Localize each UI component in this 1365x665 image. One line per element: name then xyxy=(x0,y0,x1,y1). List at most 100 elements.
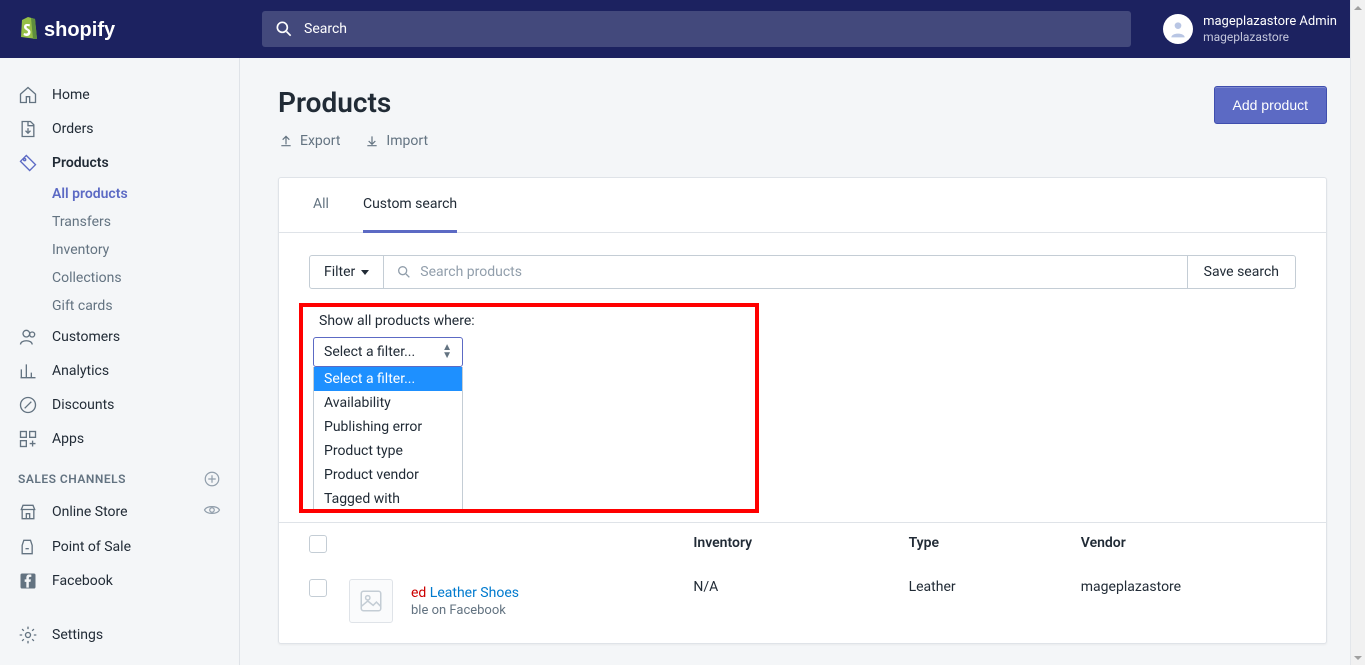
tab-custom-search[interactable]: Custom search xyxy=(363,178,457,233)
pos-icon xyxy=(18,537,38,557)
cell-vendor: mageplazastore xyxy=(1081,579,1296,595)
select-all-checkbox[interactable] xyxy=(309,535,327,553)
nav-customers-label: Customers xyxy=(52,329,120,345)
channel-online-store[interactable]: Online Store xyxy=(0,494,239,530)
search-icon xyxy=(396,264,412,280)
subnav-collections[interactable]: Collections xyxy=(52,264,239,292)
sales-channels-label: SALES CHANNELS xyxy=(18,472,126,486)
scroll-track[interactable] xyxy=(1351,15,1365,650)
subnav-transfers[interactable]: Transfers xyxy=(52,208,239,236)
user-name: mageplazastore Admin xyxy=(1203,14,1337,30)
nav-apps[interactable]: Apps xyxy=(0,422,239,456)
sales-channels-header: SALES CHANNELS xyxy=(0,456,239,494)
export-label: Export xyxy=(300,133,340,149)
nav-orders[interactable]: Orders xyxy=(0,112,239,146)
col-header-vendor: Vendor xyxy=(1081,535,1296,553)
subnav-all-products[interactable]: All products xyxy=(52,180,239,208)
nav-settings-label: Settings xyxy=(52,627,103,643)
channel-pos-label: Point of Sale xyxy=(52,539,131,555)
filter-row: Filter Search products Save search xyxy=(279,233,1326,299)
filter-option-availability[interactable]: Availability xyxy=(314,391,462,415)
home-icon xyxy=(18,85,38,105)
view-store-icon[interactable] xyxy=(203,501,221,523)
orders-icon xyxy=(18,119,38,139)
filter-option-tagged-with[interactable]: Tagged with xyxy=(314,487,462,511)
caret-down-icon xyxy=(361,270,369,275)
product-search-placeholder: Search products xyxy=(420,264,522,280)
import-icon xyxy=(364,133,380,149)
channel-facebook[interactable]: Facebook xyxy=(0,564,239,598)
cell-inventory: N/A xyxy=(693,579,908,595)
tabs: All Custom search xyxy=(279,178,1326,233)
top-bar: shopify Search mageplazastore Admin mage… xyxy=(0,0,1365,58)
search-placeholder: Search xyxy=(304,21,347,37)
import-label: Import xyxy=(386,133,428,149)
user-text: mageplazastore Admin mageplazastore xyxy=(1203,14,1337,44)
scroll-down-icon[interactable] xyxy=(1351,650,1365,665)
channel-online-store-label: Online Store xyxy=(52,504,128,520)
tab-all[interactable]: All xyxy=(313,178,329,232)
nav-products-label: Products xyxy=(52,155,109,171)
nav-discounts-label: Discounts xyxy=(52,397,114,413)
storefront-icon xyxy=(18,502,38,522)
channel-point-of-sale[interactable]: Point of Sale xyxy=(0,530,239,564)
logo-area: shopify xyxy=(0,14,240,44)
add-channel-button[interactable] xyxy=(203,470,221,488)
products-sublist: All products Transfers Inventory Collect… xyxy=(0,180,239,320)
channel-facebook-label: Facebook xyxy=(52,573,113,589)
filter-option-placeholder[interactable]: Select a filter... xyxy=(314,367,462,391)
shopify-logo-icon: shopify xyxy=(18,14,128,44)
filter-select-value: Select a filter... xyxy=(324,344,415,360)
filter-select[interactable]: Select a filter... ▲▼ xyxy=(313,337,463,367)
popover-label: Show all products where: xyxy=(319,313,1296,329)
filter-popover: Show all products where: Select a filter… xyxy=(279,313,1326,522)
nav-customers[interactable]: Customers xyxy=(0,320,239,354)
scroll-up-icon[interactable] xyxy=(1351,0,1365,15)
save-search-button[interactable]: Save search xyxy=(1188,255,1296,289)
subnav-inventory[interactable]: Inventory xyxy=(52,236,239,264)
search-icon xyxy=(274,19,294,39)
add-product-button[interactable]: Add product xyxy=(1214,86,1328,124)
browser-scrollbar[interactable] xyxy=(1350,0,1365,665)
global-search[interactable]: Search xyxy=(262,11,1131,47)
nav-discounts[interactable]: Discounts xyxy=(0,388,239,422)
product-thumbnail xyxy=(349,579,393,623)
table-header: Product Inventory Type Vendor xyxy=(279,522,1326,565)
filter-option-product-vendor[interactable]: Product vendor xyxy=(314,463,462,487)
nav-analytics[interactable]: Analytics xyxy=(0,354,239,388)
apps-icon xyxy=(18,429,38,449)
product-search-input[interactable]: Search products xyxy=(384,255,1187,289)
col-header-inventory: Inventory xyxy=(693,535,908,553)
filter-button[interactable]: Filter xyxy=(309,255,384,289)
filter-button-label: Filter xyxy=(324,264,355,280)
user-menu[interactable]: mageplazastore Admin mageplazastore xyxy=(1153,14,1365,44)
nav-orders-label: Orders xyxy=(52,121,94,137)
user-store: mageplazastore xyxy=(1203,30,1337,44)
facebook-icon xyxy=(18,571,38,591)
col-header-type: Type xyxy=(909,535,1081,553)
main-content: Products Export Import Add product All C… xyxy=(240,58,1365,665)
export-icon xyxy=(278,133,294,149)
select-arrows-icon: ▲▼ xyxy=(442,344,452,360)
nav-settings[interactable]: Settings xyxy=(0,618,239,665)
search-wrap: Search xyxy=(240,11,1153,47)
analytics-icon xyxy=(18,361,38,381)
customers-icon xyxy=(18,327,38,347)
nav-apps-label: Apps xyxy=(52,431,84,447)
filter-option-product-type[interactable]: Product type xyxy=(314,439,462,463)
settings-icon xyxy=(18,625,38,645)
subnav-gift-cards[interactable]: Gift cards xyxy=(52,292,239,320)
table-row: ed Leather Shoes ble on Facebook N/A Lea… xyxy=(279,565,1326,643)
products-card: All Custom search Filter Search products… xyxy=(278,177,1327,644)
nav-home[interactable]: Home xyxy=(0,78,239,112)
nav-products[interactable]: Products xyxy=(0,146,239,180)
page-header: Products Export Import Add product xyxy=(278,86,1327,149)
export-button[interactable]: Export xyxy=(278,133,340,149)
filter-option-publishing-error[interactable]: Publishing error xyxy=(314,415,462,439)
import-button[interactable]: Import xyxy=(364,133,428,149)
products-icon xyxy=(18,153,38,173)
row-checkbox[interactable] xyxy=(309,579,327,597)
cell-type: Leather xyxy=(909,579,1081,595)
brand-text: shopify xyxy=(44,19,116,41)
product-name-link[interactable]: ed Leather Shoes xyxy=(411,585,519,601)
